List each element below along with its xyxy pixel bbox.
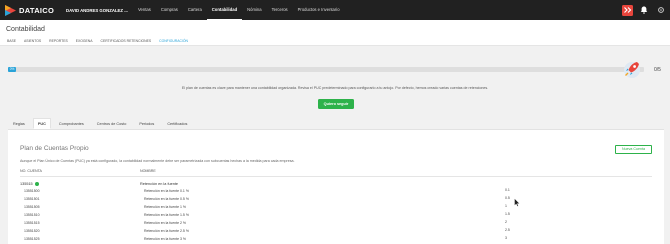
account-value: 3 [505, 236, 507, 240]
account-row[interactable]: 13551525 Retención en la fuente 3 % 3 [8, 236, 664, 244]
gear-icon[interactable] [658, 7, 664, 13]
puc-description: Aunque el Plan Único de Cuentas (PUC) ya… [20, 159, 295, 163]
top-actions [622, 0, 670, 20]
account-code: 13551515 [24, 221, 40, 225]
account-value: 2.5 [505, 228, 510, 232]
account-code: 13551525 [24, 237, 40, 241]
subnav-configuracion[interactable]: CONFIGURACIÓN [159, 39, 188, 43]
account-row[interactable]: 13551510 Retención en la fuente 1.5 % 1.… [8, 212, 664, 220]
account-value: 0.5 [505, 196, 510, 200]
account-name: Retención en la fuente 0.5 % [144, 197, 189, 201]
header-divider [20, 176, 652, 177]
column-header-name: NOMBRE [140, 169, 156, 173]
tab-centros-de-costo[interactable]: Centros de Costo [92, 118, 132, 129]
account-code: 13551520 [24, 229, 40, 233]
account-code-text: 135515 [20, 182, 33, 186]
company-selector[interactable]: DAVID ANDRES GONZALEZ ... [66, 8, 128, 13]
account-value: 2 [505, 220, 507, 224]
subnav-reportes[interactable]: REPORTES [49, 39, 68, 43]
column-header-code: NO. CUENTA [20, 169, 42, 173]
subnav-certificados-retenciones[interactable]: CERTIFICADOS RETENCIONES [101, 39, 152, 43]
account-value: 0.1 [505, 188, 510, 192]
account-name: Retención en la fuente 2 % [144, 221, 187, 225]
account-name: Retención en la fuente 0.1 % [144, 189, 189, 193]
account-code: 13551500 [24, 189, 40, 193]
subnav-asientos[interactable]: ASIENTOS [24, 39, 41, 43]
subnav-base[interactable]: BASE [7, 39, 16, 43]
rocket-icon [624, 62, 640, 78]
brand-logo[interactable]: DATAICO [5, 4, 61, 16]
onboarding-progress-panel: 0% 0/5 El plan de cuentas es clave para … [0, 46, 670, 118]
account-row[interactable]: 13551520 Retención en la fuente 2.5 % 2.… [8, 228, 664, 236]
nav-item-contabilidad[interactable]: Contabilidad [206, 0, 243, 20]
account-row[interactable]: 13551500 Retención en la fuente 0.1 % 0.… [8, 188, 664, 196]
puc-title: Plan de Cuentas Propio [20, 145, 89, 152]
fast-forward-button[interactable] [622, 4, 633, 16]
dataico-logo-icon [5, 4, 16, 16]
account-row[interactable]: 13551505 Retención en la fuente 1 % 1 [8, 204, 664, 212]
account-code: 13551501 [24, 197, 40, 201]
account-value: 1 [505, 204, 507, 208]
sub-navigation: BASE ASIENTOS REPORTES EXOGENA CERTIFICA… [7, 39, 188, 43]
account-name: Retención en la fuente 1 % [144, 205, 187, 209]
tab-periodos[interactable]: Periodos [134, 118, 159, 129]
tab-puc[interactable]: PUC [32, 118, 51, 129]
account-code: 13551510 [24, 213, 40, 217]
account-name: Retención en la fuente 3 % [144, 237, 187, 241]
account-value: 1.5 [505, 212, 510, 216]
page-title: Contabilidad [6, 26, 45, 33]
account-name: Retención en la fuente 1.5 % [144, 213, 189, 217]
brand-name: DATAICO [19, 5, 55, 15]
tab-comprobantes[interactable]: Comprobantes [54, 118, 89, 129]
continue-button[interactable]: Quiero seguir [318, 99, 354, 109]
main-nav: Ventas Compras Cartera Contabilidad Nómi… [133, 0, 345, 20]
account-name: Retención en la fuente 2.5 % [144, 229, 189, 233]
account-code: 135515 [20, 181, 39, 186]
puc-card: Plan de Cuentas Propio Nueva Cuenta Aunq… [8, 129, 664, 244]
tab-reglas[interactable]: Reglas [8, 118, 30, 129]
mouse-pointer-icon [514, 198, 520, 207]
top-navigation-bar: DATAICO DAVID ANDRES GONZALEZ ... Ventas… [0, 0, 670, 20]
account-name: Retención en la fuente [140, 182, 178, 186]
progress-track [8, 67, 644, 72]
new-account-button[interactable]: Nueva Cuenta [615, 145, 652, 154]
tab-certificados[interactable]: Certificados [162, 118, 192, 129]
double-chevron-right-icon [623, 7, 631, 13]
nav-item-compras[interactable]: Compras [156, 0, 183, 20]
account-row[interactable]: 13551515 Retención en la fuente 2 % 2 [8, 220, 664, 228]
bell-icon[interactable] [640, 6, 648, 14]
subnav-exogena[interactable]: EXOGENA [76, 39, 93, 43]
progress-count: 0/5 [654, 67, 661, 73]
nav-item-terceros[interactable]: Terceros [267, 0, 293, 20]
page-header: Contabilidad BASE ASIENTOS REPORTES EXOG… [0, 20, 670, 46]
progress-message: El plan de cuentas es clave para mantene… [181, 86, 489, 90]
nav-item-productos[interactable]: Productos e Inventario [293, 0, 345, 20]
settings-tabs: Reglas PUC Comprobantes Centros de Costo… [8, 118, 195, 129]
nav-item-nomina[interactable]: Nómina [242, 0, 266, 20]
account-row[interactable]: 13551501 Retención en la fuente 0.5 % 0.… [8, 196, 664, 204]
progress-percent-badge: 0% [8, 67, 16, 72]
nav-item-cartera[interactable]: Cartera [183, 0, 207, 20]
account-code: 13551505 [24, 205, 40, 209]
check-circle-icon [34, 181, 39, 186]
nav-item-ventas[interactable]: Ventas [133, 0, 156, 20]
